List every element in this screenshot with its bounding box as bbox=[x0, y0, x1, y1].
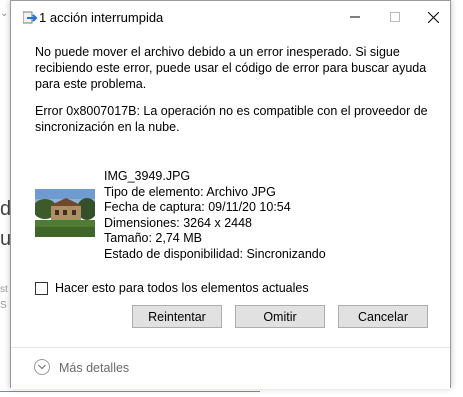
apply-to-all-checkbox[interactable] bbox=[35, 281, 48, 295]
file-status: Estado de disponibilidad: Sincronizando bbox=[104, 246, 326, 261]
cancel-button[interactable]: Cancelar bbox=[338, 305, 428, 328]
maximize-button[interactable] bbox=[375, 5, 415, 29]
retry-button[interactable]: Reintentar bbox=[132, 305, 222, 328]
file-size: Tamaño: 2,74 MB bbox=[104, 231, 202, 245]
maximize-icon bbox=[390, 12, 400, 22]
apply-to-all-option[interactable]: Hacer esto para todos los elementos actu… bbox=[35, 281, 309, 295]
close-icon bbox=[427, 11, 439, 23]
dialog-footer: Más detalles bbox=[11, 347, 450, 389]
background-window: ⌄ d u st S bbox=[0, 0, 11, 397]
file-date: Fecha de captura: 09/11/20 10:54 bbox=[104, 200, 291, 214]
interrupted-action-dialog: 1 acción interrumpida No puede mover el … bbox=[10, 0, 451, 389]
minimize-button[interactable] bbox=[335, 5, 375, 29]
apply-to-all-label: Hacer esto para todos los elementos actu… bbox=[55, 281, 309, 295]
dialog-title: 1 acción interrumpida bbox=[39, 10, 164, 25]
chevron-down-icon bbox=[38, 364, 46, 370]
file-name: IMG_3949.JPG bbox=[104, 169, 191, 183]
skip-button[interactable]: Omitir bbox=[235, 305, 325, 328]
chevron-down-icon: ⌄ bbox=[0, 8, 9, 19]
title-bar: 1 acción interrumpida bbox=[11, 1, 450, 33]
background-text: S bbox=[0, 300, 7, 311]
file-dimensions: Dimensiones: 3264 x 2448 bbox=[104, 215, 253, 230]
file-type: Tipo de elemento: Archivo JPG bbox=[104, 184, 276, 199]
file-info: IMG_3949.JPG Tipo de elemento: Archivo J… bbox=[104, 169, 326, 262]
minimize-icon bbox=[350, 16, 360, 18]
file-thumbnail bbox=[35, 189, 95, 237]
close-button[interactable] bbox=[413, 5, 453, 29]
move-file-icon bbox=[23, 11, 38, 24]
error-message: No puede mover el archivo debido a un er… bbox=[35, 45, 427, 91]
error-code: Error 0x8007017B: La operación no es com… bbox=[35, 104, 428, 134]
expand-details-button[interactable] bbox=[34, 359, 50, 375]
background-text: st bbox=[0, 284, 8, 295]
more-details-link[interactable]: Más detalles bbox=[59, 361, 129, 375]
background-divider bbox=[0, 391, 260, 392]
